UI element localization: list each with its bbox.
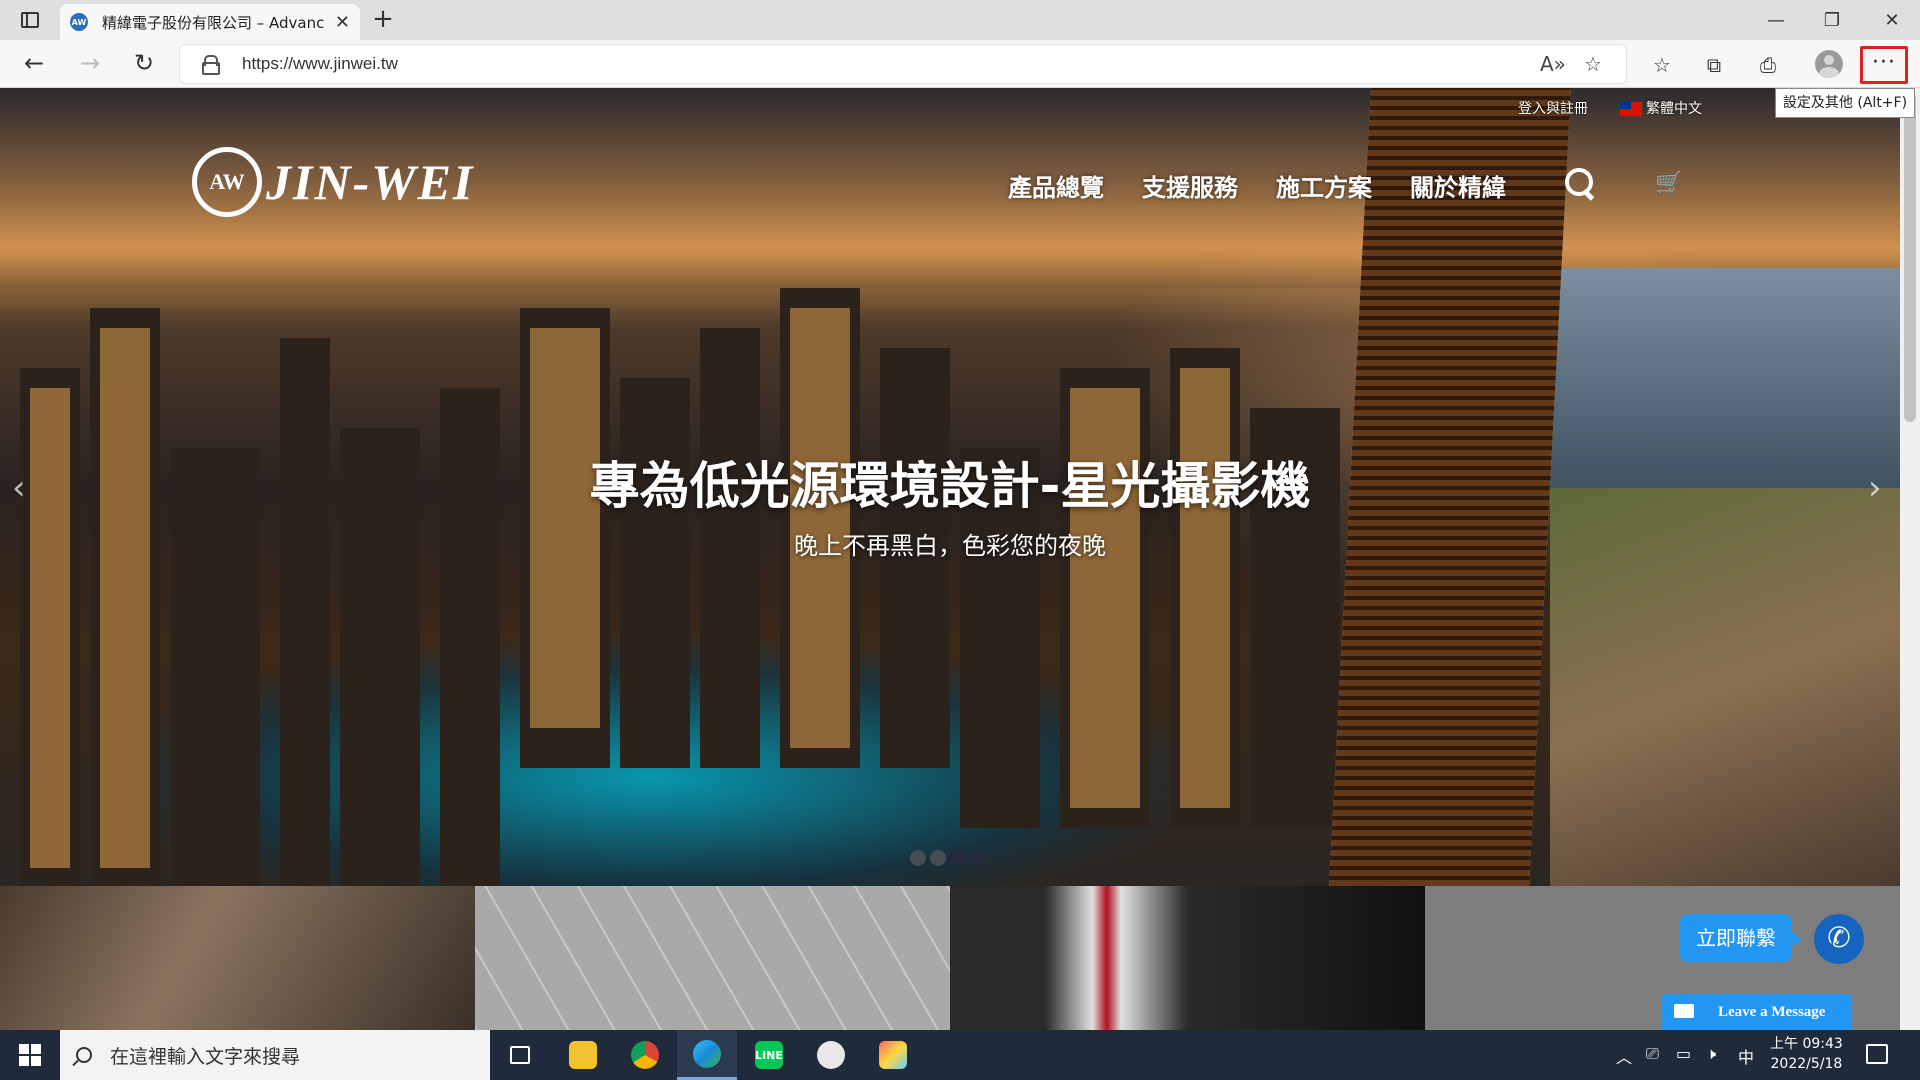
tray-device-icon[interactable]: ⎚ [1646,1044,1659,1064]
paint-icon[interactable] [801,1030,861,1080]
browser-tab[interactable]: AW 精緯電子股份有限公司 – Advanc ✕ [60,4,360,40]
forward-button[interactable]: → [72,48,108,80]
nav-support[interactable]: 支援服務 [1142,168,1238,203]
minimize-icon[interactable]: — [1748,0,1804,40]
back-button[interactable]: ← [16,48,52,80]
profile-avatar[interactable] [1815,50,1843,78]
nav-products[interactable]: 產品總覽 [1008,168,1104,203]
leave-message-label: Leave a Message [1718,1004,1826,1020]
tray-chevron-icon[interactable]: ︿ [1616,1044,1632,1068]
language-selector[interactable]: 繁體中文 [1620,98,1702,118]
tab-close-icon[interactable]: ✕ [335,12,350,33]
slider-dot[interactable] [930,850,946,866]
add-favorite-icon[interactable]: ☆ [1584,52,1602,76]
tab-strip: AW 精緯電子股份有限公司 – Advanc ✕ + — ❐ ✕ [0,0,1920,40]
browser-toolbar: ← → ↻ https://www.jinwei.tw A» ☆ ☆ ⧉ ⎙ ·… [0,40,1920,88]
edge-icon[interactable] [677,1030,737,1080]
slider-dot[interactable] [970,850,986,866]
scrollbar-thumb[interactable] [1904,92,1916,422]
settings-more-tooltip: 設定及其他 (Alt+F) [1775,88,1915,118]
favorites-icon[interactable]: ☆ [1648,51,1676,79]
screenshot-icon[interactable]: ⎙ [1754,51,1782,79]
search-icon[interactable] [1565,168,1595,198]
close-window-icon[interactable]: ✕ [1864,0,1920,40]
cart-icon[interactable]: 🛒 [1655,171,1682,196]
hero-slider: 登入與註冊 繁體中文 AW JIN-WEI 產品總覽 支援服務 施工方案 關於精… [0,88,1900,888]
slider-prev-icon[interactable]: ‹ [12,468,26,508]
ime-indicator[interactable]: 中 [1738,1044,1754,1068]
system-clock[interactable]: 上午 09:43 2022/5/18 [1770,1034,1843,1074]
search-icon [76,1047,92,1063]
line-icon[interactable]: LINE [739,1030,799,1080]
volume-mute-icon[interactable]: 🕨 [1706,1044,1716,1064]
taiwan-flag-icon [1620,102,1642,116]
tab-actions-icon[interactable] [12,6,48,34]
feature-tile[interactable] [0,886,475,1030]
collections-icon[interactable]: ⧉ [1700,51,1728,79]
nav-about[interactable]: 關於精緯 [1410,168,1506,203]
slider-dot[interactable] [910,850,926,866]
tab-title: 精緯電子股份有限公司 – Advanc [102,13,325,32]
contact-now-button[interactable]: 立即聯繫 [1680,914,1802,962]
page-scrollbar[interactable] [1900,88,1920,1030]
new-tab-button[interactable]: + [368,6,398,34]
phone-icon[interactable]: ✆ [1814,914,1864,964]
logo-text: JIN-WEI [266,154,475,210]
envelope-icon [1674,1004,1694,1018]
paint-3d-icon[interactable] [863,1030,923,1080]
logo-badge: AW [192,147,262,217]
chrome-icon[interactable] [615,1030,675,1080]
site-logo[interactable]: AW JIN-WEI [192,146,474,218]
web-page: 登入與註冊 繁體中文 AW JIN-WEI 產品總覽 支援服務 施工方案 關於精… [0,88,1900,1030]
slider-next-icon[interactable]: › [1868,468,1882,508]
task-view-icon[interactable] [490,1030,550,1080]
login-register-link[interactable]: 登入與註冊 [1518,98,1588,118]
feature-tile[interactable] [950,886,1425,1030]
restore-icon[interactable]: ❐ [1804,0,1860,40]
site-favicon-icon: AW [70,13,88,31]
refresh-button[interactable]: ↻ [126,48,162,80]
notification-center-icon[interactable] [1866,1044,1888,1064]
url-text[interactable]: https://www.jinwei.tw [242,54,398,74]
slider-dot[interactable] [950,850,966,866]
hero-title: 專為低光源環境設計-星光攝影機 [589,457,1311,515]
clock-date: 2022/5/18 [1770,1056,1843,1072]
taskbar: 在這裡輸入文字來搜尋 LINE ︿ ⎚ ▭ 🕨 中 上午 09:43 2022/… [0,1030,1920,1080]
hero-subtitle: 晚上不再黑白，色彩您的夜晚 [794,532,1106,560]
feature-tiles [0,886,1900,1030]
taskbar-search-placeholder: 在這裡輸入文字來搜尋 [110,1045,301,1068]
read-aloud-icon[interactable]: A» [1540,52,1566,76]
lock-icon[interactable] [202,55,220,75]
address-bar[interactable]: https://www.jinwei.tw A» ☆ [180,45,1626,83]
settings-more-button[interactable]: ··· [1860,46,1908,84]
file-explorer-icon[interactable] [553,1030,613,1080]
leave-message-button[interactable]: Leave a Message [1662,994,1852,1030]
nav-solutions[interactable]: 施工方案 [1276,168,1372,203]
slider-dots [910,850,986,866]
clock-time: 上午 09:43 [1770,1036,1843,1052]
windows-start-icon[interactable] [0,1030,60,1080]
language-label: 繁體中文 [1646,101,1702,117]
taskbar-search[interactable]: 在這裡輸入文字來搜尋 [60,1030,490,1080]
network-icon[interactable]: ▭ [1676,1044,1691,1063]
feature-tile[interactable] [475,886,950,1030]
